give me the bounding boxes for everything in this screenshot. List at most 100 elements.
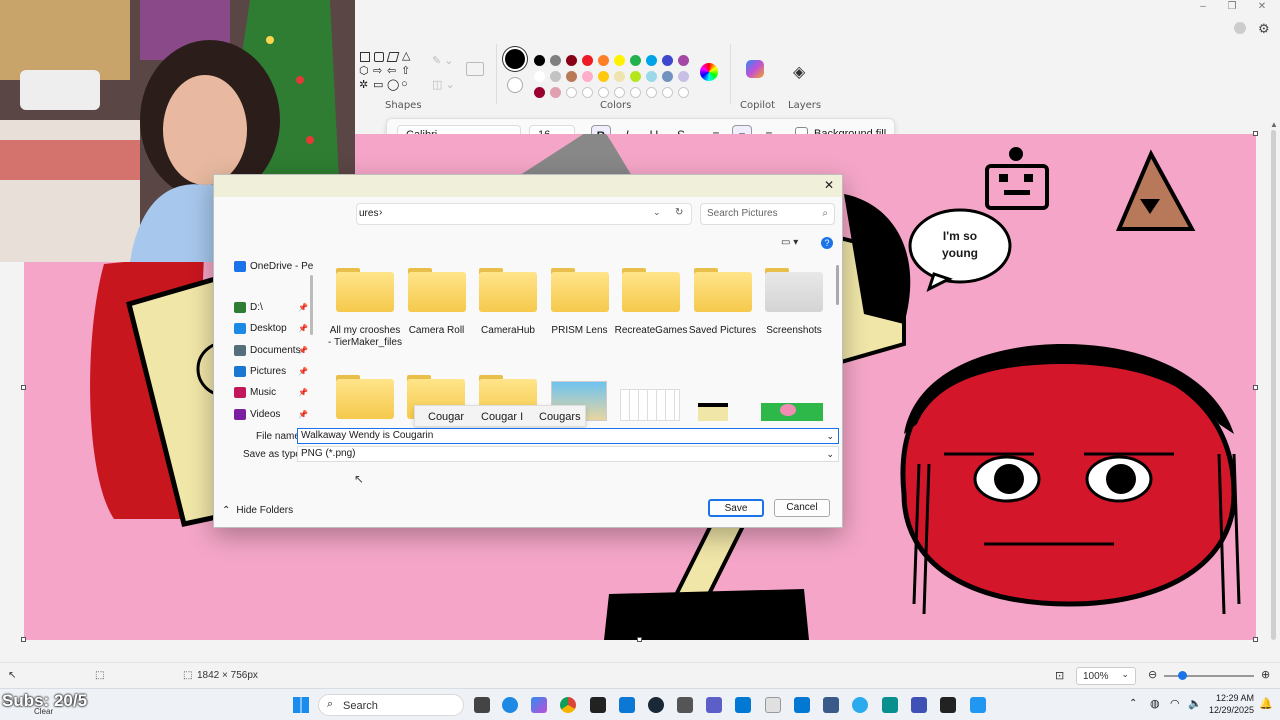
color-swatch[interactable] <box>678 55 689 66</box>
layers-icon[interactable]: ◈ <box>793 62 805 82</box>
image-thumbnail[interactable] <box>698 403 728 421</box>
star-shape-icon[interactable]: ✲ <box>359 78 368 91</box>
outline-icon[interactable]: ✎ ⌄ <box>432 54 454 67</box>
folder-name[interactable]: PRISM Lens <box>542 325 618 337</box>
color-swatch[interactable] <box>582 55 593 66</box>
vertical-scrollbar[interactable] <box>1271 130 1276 640</box>
save-type-select[interactable]: PNG (*.png) ⌄ <box>297 446 839 462</box>
app-icon[interactable] <box>970 697 986 713</box>
chevron-down-icon[interactable]: ⌄ <box>653 207 661 218</box>
epic-games-icon[interactable] <box>590 697 606 713</box>
autocomplete-item[interactable]: Cougar <box>428 411 464 423</box>
zoom-slider-thumb[interactable] <box>1178 671 1187 680</box>
zoom-dropdown[interactable]: 100% ⌄ <box>1076 667 1136 685</box>
close-window-button[interactable]: ✕ <box>1250 0 1274 14</box>
obs-icon[interactable] <box>940 697 956 713</box>
hexagon-shape-icon[interactable]: ⬡ <box>359 64 369 77</box>
hide-folders-toggle[interactable]: ⌃ Hide Folders <box>222 505 293 516</box>
gear-icon[interactable]: ⚙ <box>1258 21 1270 37</box>
minimize-button[interactable]: – <box>1191 0 1215 14</box>
maximize-button[interactable]: ❐ <box>1220 0 1244 14</box>
folder-icon[interactable] <box>336 268 394 312</box>
taskbar-search-box[interactable]: ⌕ Search <box>318 694 464 716</box>
nav-scrollbar[interactable] <box>310 275 313 335</box>
color-swatch[interactable] <box>598 87 609 98</box>
color-swatch[interactable] <box>550 87 561 98</box>
file-name-input[interactable]: Walkaway Wendy is Cougarin ⌄ <box>297 428 839 444</box>
arrow-right-shape-icon[interactable]: ⇨ <box>373 64 382 77</box>
folder-name[interactable]: Saved Pictures <box>685 325 761 337</box>
notifications-icon[interactable]: 🔔 <box>1259 697 1273 710</box>
folder-name[interactable]: All my crooshes - TierMaker_files <box>327 325 403 349</box>
resize-handle[interactable] <box>21 385 26 390</box>
resize-handle[interactable] <box>1253 131 1258 136</box>
folder-icon[interactable] <box>407 268 466 312</box>
color-swatch[interactable] <box>534 55 545 66</box>
primary-color-swatch[interactable] <box>505 49 525 69</box>
color-swatch[interactable] <box>534 87 545 98</box>
color-swatch[interactable] <box>678 87 689 98</box>
system-clock[interactable]: 12:29 AM 12/29/2025 <box>1206 692 1254 716</box>
color-swatch[interactable] <box>582 71 593 82</box>
paint-app-icon[interactable] <box>882 697 898 713</box>
color-swatch[interactable] <box>598 55 609 66</box>
task-view-icon[interactable] <box>474 697 490 713</box>
wifi-icon[interactable]: ◠ <box>1170 697 1180 710</box>
color-swatch[interactable] <box>614 87 625 98</box>
color-swatch[interactable] <box>566 55 577 66</box>
color-swatch[interactable] <box>550 55 561 66</box>
nav-item[interactable]: OneDrive - Pe <box>234 261 313 272</box>
messaging-icon[interactable] <box>852 697 868 713</box>
folder-icon[interactable] <box>479 268 537 312</box>
network-icon[interactable]: ◍ <box>1150 697 1160 710</box>
dropbox-icon[interactable] <box>735 697 751 713</box>
color-swatch[interactable] <box>630 71 641 82</box>
files-scrollbar[interactable] <box>836 265 839 305</box>
color-swatch[interactable] <box>630 87 641 98</box>
app-icon[interactable] <box>911 697 927 713</box>
triangle-shape-icon[interactable]: △ <box>402 49 410 62</box>
address-bar[interactable]: ures › ⌄ ↻ <box>356 203 692 225</box>
copilot-icon[interactable] <box>746 60 764 78</box>
color-swatch[interactable] <box>614 71 625 82</box>
copilot-app-icon[interactable] <box>531 697 547 713</box>
app-icon[interactable] <box>677 697 693 713</box>
color-swatch[interactable] <box>614 55 625 66</box>
color-swatch[interactable] <box>534 71 545 82</box>
color-swatch[interactable] <box>662 87 673 98</box>
chrome-icon[interactable] <box>560 697 576 713</box>
app-icon[interactable] <box>823 697 839 713</box>
cloud-shape-icon[interactable]: ○ <box>401 78 408 90</box>
account-icon[interactable] <box>1234 22 1246 34</box>
search-input[interactable]: Search Pictures ⌕ <box>700 203 835 225</box>
nav-item[interactable]: Pictures <box>234 366 286 377</box>
nav-item[interactable]: Music <box>234 387 276 398</box>
folder-icon[interactable] <box>693 268 752 312</box>
azure-icon[interactable] <box>619 697 635 713</box>
polygon-shape-icon[interactable] <box>386 52 400 62</box>
fill-icon[interactable]: ◫ ⌄ <box>432 78 455 91</box>
autocomplete-item[interactable]: Cougars <box>539 411 581 423</box>
volume-icon[interactable]: 🔈 <box>1188 697 1202 710</box>
folder-icon[interactable] <box>622 268 680 312</box>
color-swatch[interactable] <box>678 71 689 82</box>
color-swatch[interactable] <box>550 71 561 82</box>
rectangle-shape-icon[interactable] <box>360 52 370 62</box>
help-icon[interactable]: ? <box>821 237 833 249</box>
chevron-down-icon[interactable]: ⌄ <box>826 429 834 443</box>
color-swatch[interactable] <box>582 87 593 98</box>
resize-handle[interactable] <box>637 637 642 642</box>
dialog-close-button[interactable]: ✕ <box>822 178 836 192</box>
color-swatch[interactable] <box>646 71 657 82</box>
calculator-icon[interactable] <box>765 697 781 713</box>
shape-options-icon[interactable] <box>466 62 484 76</box>
nav-item[interactable]: D:\ <box>234 302 263 313</box>
color-swatch[interactable] <box>662 71 673 82</box>
image-thumbnail[interactable] <box>620 389 680 421</box>
color-picker-icon[interactable] <box>700 63 718 81</box>
save-button[interactable]: Save <box>708 499 764 517</box>
zoom-in-icon[interactable]: ⊕ <box>1261 668 1270 681</box>
resize-handle[interactable] <box>1253 637 1258 642</box>
folder-icon[interactable] <box>550 268 609 312</box>
color-swatch[interactable] <box>646 55 657 66</box>
